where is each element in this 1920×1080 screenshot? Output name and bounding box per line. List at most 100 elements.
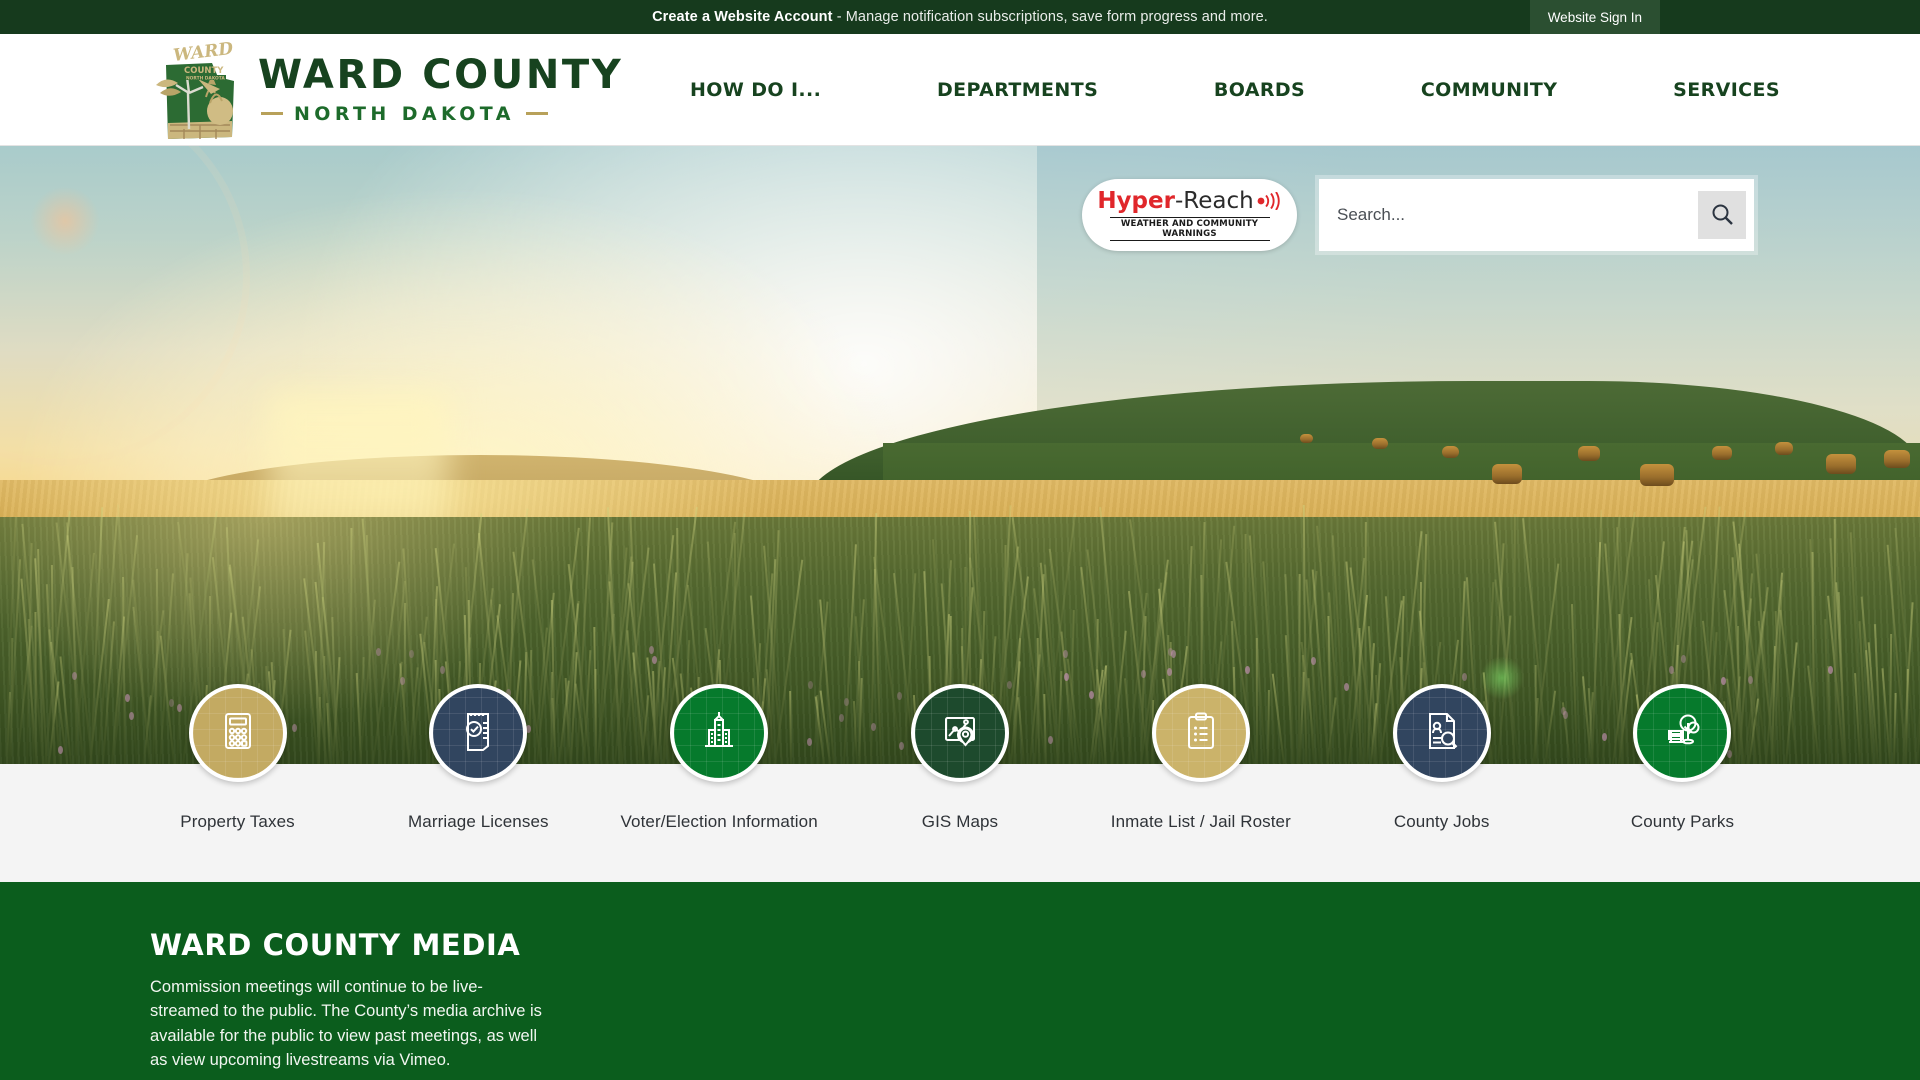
wildflower: [292, 724, 297, 732]
park-bench-tree-icon: [1659, 708, 1705, 759]
wildflower: [409, 650, 414, 658]
nav-item-services[interactable]: SERVICES: [1673, 79, 1780, 101]
document-check-icon: [455, 708, 501, 759]
wildflower: [1462, 673, 1467, 681]
hay-bale: [1775, 442, 1793, 455]
wildflower: [129, 712, 134, 720]
brand-subtitle: NORTH DAKOTA: [294, 102, 515, 125]
left-dash-decoration: [261, 112, 283, 115]
quicklink-circle: [1392, 684, 1491, 782]
page-title: WARD COUNTY: [258, 51, 624, 98]
wildflower: [1721, 677, 1726, 685]
wildflower: [649, 646, 654, 654]
svg-text:WARD: WARD: [172, 41, 234, 66]
wildflower: [844, 698, 849, 706]
wildflower: [58, 746, 63, 754]
top-utility-bar: Create a Website Account - Manage notifi…: [0, 0, 1920, 34]
wildflower: [808, 681, 813, 689]
hyper-reach-badge[interactable]: Hyper-Reach WEATHER AND COMMUNITY WARNIN…: [1082, 179, 1297, 251]
capitol-building-icon: [696, 708, 742, 759]
right-dash-decoration: [525, 112, 548, 115]
wildflower: [871, 723, 876, 731]
hay-bale: [1300, 434, 1313, 443]
quicklink-label: County Parks: [1630, 812, 1735, 831]
wildflower: [125, 694, 130, 702]
quicklink-gis-maps[interactable]: GIS Maps: [872, 684, 1047, 882]
quicklink-circle: [910, 684, 1009, 782]
quicklink-label: Property Taxes: [180, 812, 295, 831]
svg-text:COUNTY: COUNTY: [184, 66, 224, 76]
calculator-icon: [215, 708, 261, 759]
wildflower: [400, 677, 405, 685]
site-search: [1319, 179, 1754, 251]
hero-widgets: Hyper-Reach WEATHER AND COMMUNITY WARNIN…: [1082, 179, 1754, 251]
quicklink-county-jobs[interactable]: County Jobs: [1354, 684, 1529, 882]
wildflower: [1245, 666, 1250, 674]
clipboard-icon: [1178, 708, 1224, 759]
quicklink-label: County Jobs: [1393, 812, 1490, 831]
quicklink-circle: [1151, 684, 1250, 782]
wildflower: [1048, 736, 1053, 744]
search-input[interactable]: [1319, 205, 1698, 225]
grass-blade: [350, 527, 353, 764]
wildflower: [652, 656, 657, 664]
quicklink-circle: [670, 684, 769, 782]
ward-county-seal-icon: WARD COUNTY NORTH DAKOTA: [148, 38, 244, 145]
quicklink-label: Inmate List / Jail Roster: [1110, 812, 1291, 831]
wildflower: [169, 699, 174, 707]
wildflower: [1168, 648, 1173, 656]
hyper-reach-tagline: WEATHER AND COMMUNITY WARNINGS: [1109, 217, 1270, 241]
nav-item-community[interactable]: COMMUNITY: [1421, 79, 1558, 101]
map-pin-icon: [937, 708, 983, 759]
quicklink-property-taxes[interactable]: Property Taxes: [150, 684, 325, 882]
hero-banner: Hyper-Reach WEATHER AND COMMUNITY WARNIN…: [0, 146, 1920, 764]
wildflower: [899, 742, 904, 750]
quicklink-marriage-licenses[interactable]: Marriage Licenses: [391, 684, 566, 882]
wildflower: [1681, 655, 1686, 663]
wildflower: [376, 648, 381, 656]
wildflower: [839, 714, 844, 722]
wildflower: [1063, 650, 1068, 658]
ward-county-media-section: WARD COUNTY MEDIA Commission meetings wi…: [0, 882, 1920, 1080]
hay-bale: [1442, 446, 1459, 458]
quicklink-label: GIS Maps: [921, 812, 999, 831]
main-navigation: HOW DO I... DEPARTMENTS BOARDS COMMUNITY…: [690, 79, 1780, 101]
quick-links-bar: Property Taxes Marriage Licenses Voter/E…: [0, 684, 1920, 882]
quicklink-label: Voter/Election Information: [620, 812, 818, 831]
wildflower: [1748, 676, 1753, 684]
wildflower: [1344, 683, 1349, 691]
quicklink-circle: [429, 684, 528, 782]
nav-item-how-do-i[interactable]: HOW DO I...: [690, 79, 821, 101]
search-icon: [1710, 202, 1734, 229]
wildflower: [1064, 673, 1069, 681]
hay-bale: [1492, 464, 1522, 484]
svg-text:NORTH DAKOTA: NORTH DAKOTA: [186, 75, 225, 81]
website-sign-in-button[interactable]: Website Sign In: [1529, 0, 1660, 34]
wildflower: [1311, 657, 1316, 665]
media-section-body: Commission meetings will continue to be …: [150, 978, 542, 1069]
brand-subtitle-row: NORTH DAKOTA: [258, 103, 623, 125]
wildflower: [1828, 666, 1833, 674]
quicklink-circle: [188, 684, 287, 782]
hyper-reach-logo: Hyper-Reach: [1097, 189, 1281, 214]
hay-bale: [1884, 450, 1910, 468]
hay-bale: [1640, 464, 1674, 486]
quicklink-label: Marriage Licenses: [408, 812, 549, 831]
wildflower: [1167, 668, 1172, 676]
wildflower: [177, 704, 182, 712]
quicklink-county-parks[interactable]: County Parks: [1595, 684, 1770, 882]
wildflower: [1669, 666, 1674, 674]
site-brand[interactable]: WARD COUNTY NORTH DAKOTA WARD COUNTY NOR…: [148, 35, 623, 145]
quicklink-voter-election-information[interactable]: Voter/Election Information: [621, 684, 818, 882]
site-header: WARD COUNTY NORTH DAKOTA WARD COUNTY NOR…: [0, 34, 1920, 146]
hay-bale: [1712, 446, 1732, 460]
quicklink-inmate-list-jail-roster[interactable]: Inmate List / Jail Roster: [1110, 684, 1291, 882]
nav-item-departments[interactable]: DEPARTMENTS: [937, 79, 1098, 101]
nav-item-boards[interactable]: BOARDS: [1214, 79, 1305, 101]
create-account-link[interactable]: Create a Website Account: [652, 9, 832, 25]
quicklink-circle: [1633, 684, 1732, 782]
wildflower: [1141, 670, 1146, 678]
search-button[interactable]: [1698, 191, 1746, 239]
wildflower: [1561, 707, 1566, 715]
wildflower: [1089, 691, 1094, 699]
